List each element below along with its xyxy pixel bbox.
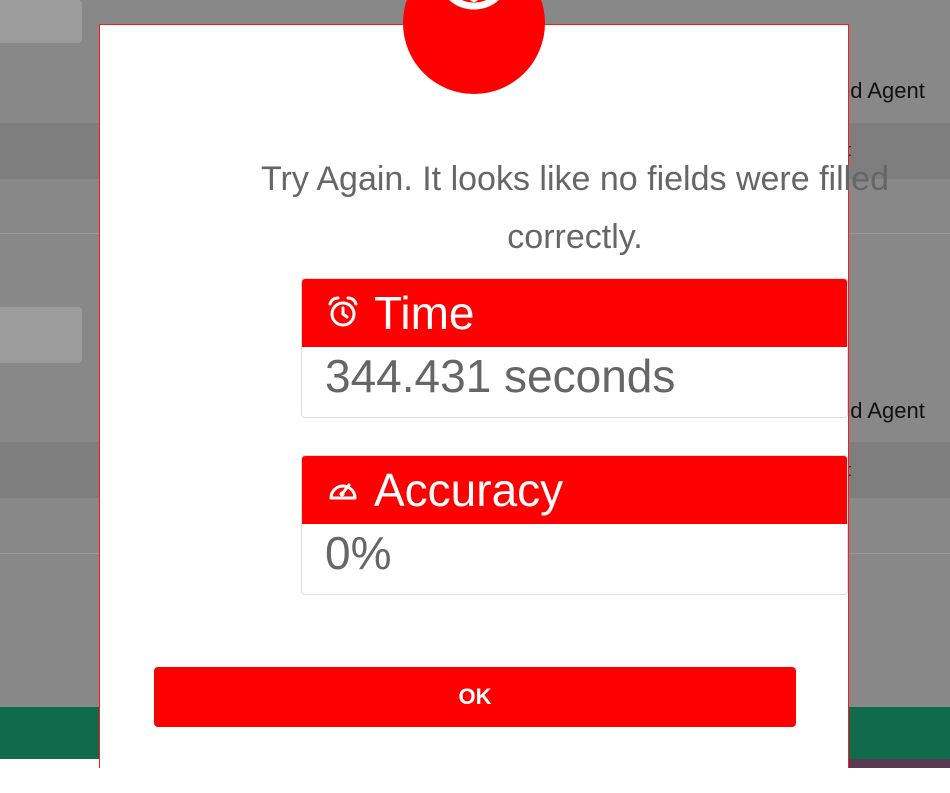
result-dialog: Try Again. It looks like no fields were … — [99, 24, 889, 768]
accuracy-card-header: Accuracy — [302, 456, 847, 524]
alarm-clock-icon — [326, 286, 374, 340]
background-bottom — [0, 768, 950, 793]
accuracy-value: 0% — [325, 527, 392, 579]
background-input — [0, 0, 82, 43]
time-card: Time 344.431 seconds — [301, 278, 848, 418]
accuracy-label: Accuracy — [374, 464, 564, 516]
ok-button[interactable]: OK — [154, 667, 796, 727]
background-agent-label: ed Agent — [838, 398, 925, 423]
time-card-header: Time — [302, 279, 847, 347]
accuracy-card: Accuracy 0% — [301, 455, 848, 595]
time-value: 344.431 seconds — [325, 350, 676, 402]
background-input — [0, 307, 82, 363]
speedometer-icon — [326, 463, 374, 517]
time-label: Time — [374, 287, 475, 339]
background-agent-label: ed Agent — [838, 78, 925, 103]
result-message: Try Again. It looks like no fields were … — [260, 160, 890, 256]
